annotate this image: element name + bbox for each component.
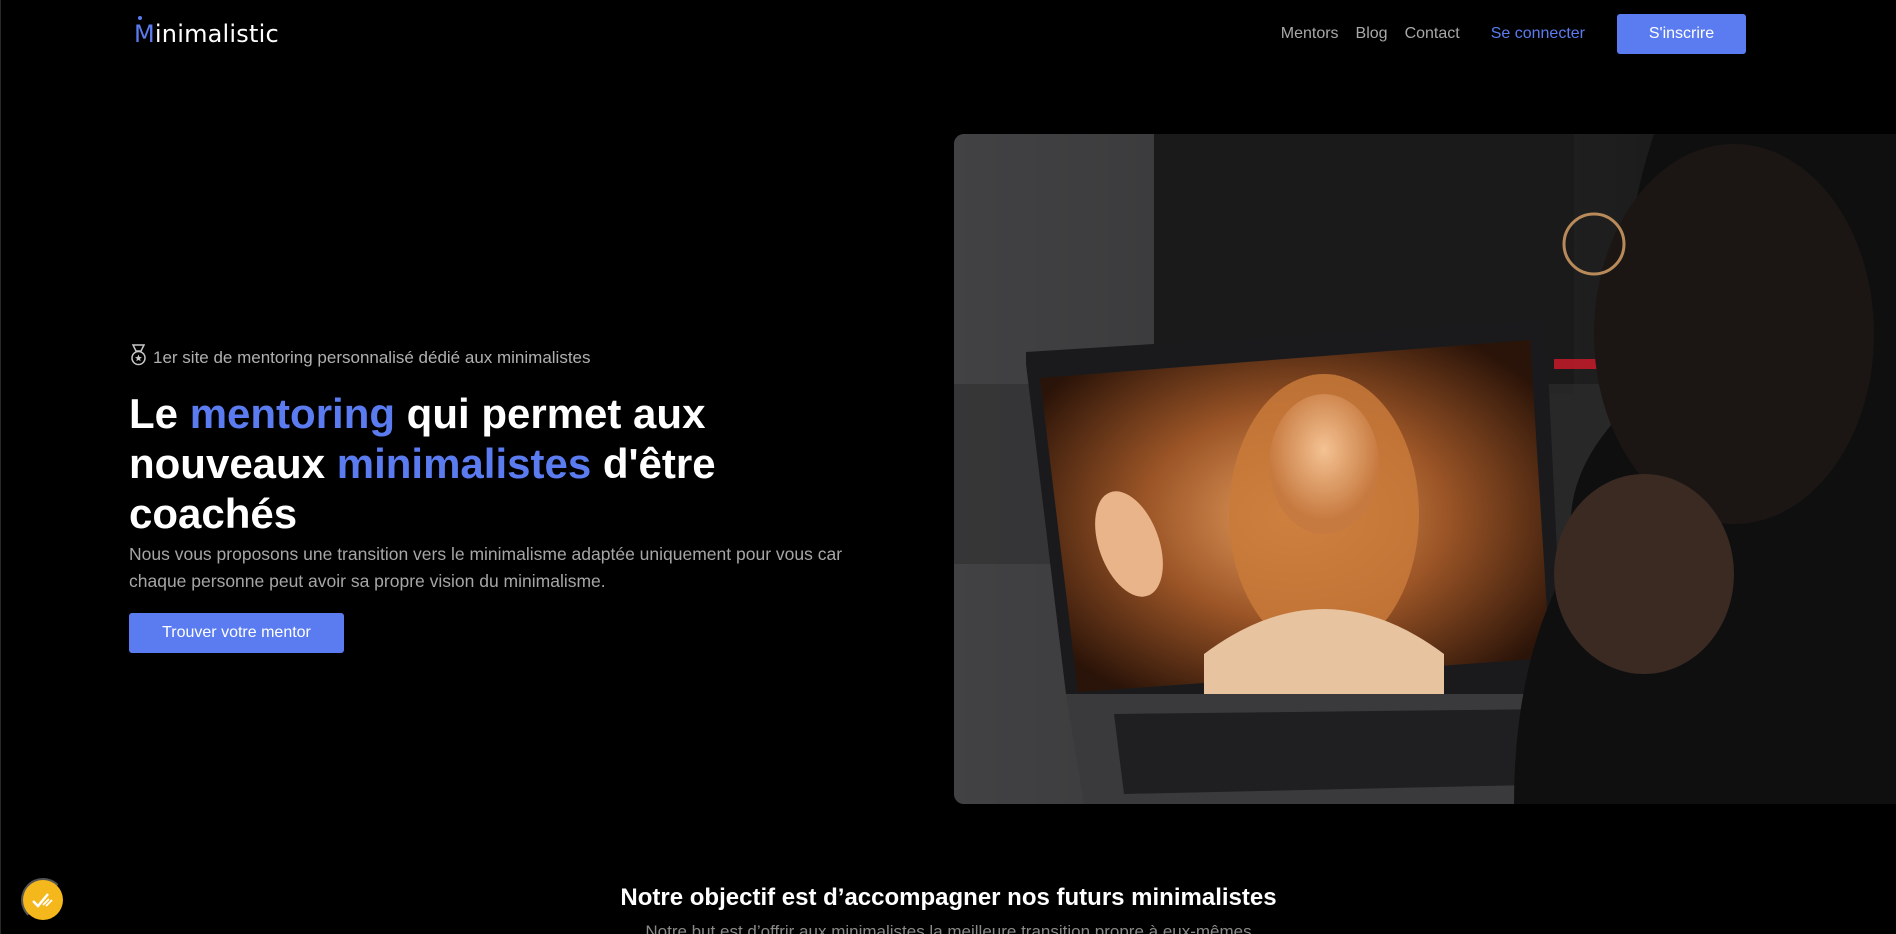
hero-eyebrow: 1er site de mentoring personnalisé dédié…	[129, 344, 849, 371]
signup-button[interactable]: S'inscrire	[1617, 14, 1746, 54]
hero-title-accent-minimalistes: minimalistes	[336, 440, 592, 487]
medal-icon	[129, 344, 153, 371]
hero-description: Nous vous proposons une transition vers …	[129, 544, 843, 591]
section-title: Notre objectif est d’accompagner nos fut…	[620, 884, 1277, 911]
hero-title: Le mentoring qui permet aux nouveaux min…	[129, 389, 849, 539]
hero-image	[954, 134, 1896, 804]
logo-text: inimalistic	[154, 20, 279, 48]
hero-eyebrow-text: 1er site de mentoring personnalisé dédié…	[153, 347, 591, 367]
cookie-settings-button[interactable]	[21, 878, 65, 922]
cookie-settings-icon	[31, 889, 55, 912]
main-nav: Mentors Blog Contact Se connecter S'insc…	[1281, 14, 1746, 54]
site-header: Minimalistic Mentors Blog Contact Se con…	[1, 0, 1896, 70]
hero-photo-illustration	[954, 134, 1896, 804]
hero-content: 1er site de mentoring personnalisé dédié…	[129, 344, 849, 653]
logo-initial: M	[134, 16, 155, 48]
hero-title-part1: Le	[129, 390, 190, 437]
nav-link-mentors[interactable]: Mentors	[1281, 25, 1339, 43]
nav-link-blog[interactable]: Blog	[1356, 25, 1388, 43]
section-subtitle: Notre but est d’offrir aux minimalistes …	[645, 922, 1252, 934]
nav-link-contact[interactable]: Contact	[1405, 25, 1460, 43]
find-mentor-button[interactable]: Trouver votre mentor	[129, 613, 344, 653]
hero-title-accent-mentoring: mentoring	[189, 390, 396, 437]
page: Minimalistic Mentors Blog Contact Se con…	[0, 0, 1896, 934]
login-link[interactable]: Se connecter	[1491, 25, 1585, 43]
logo[interactable]: Minimalistic	[134, 16, 279, 48]
